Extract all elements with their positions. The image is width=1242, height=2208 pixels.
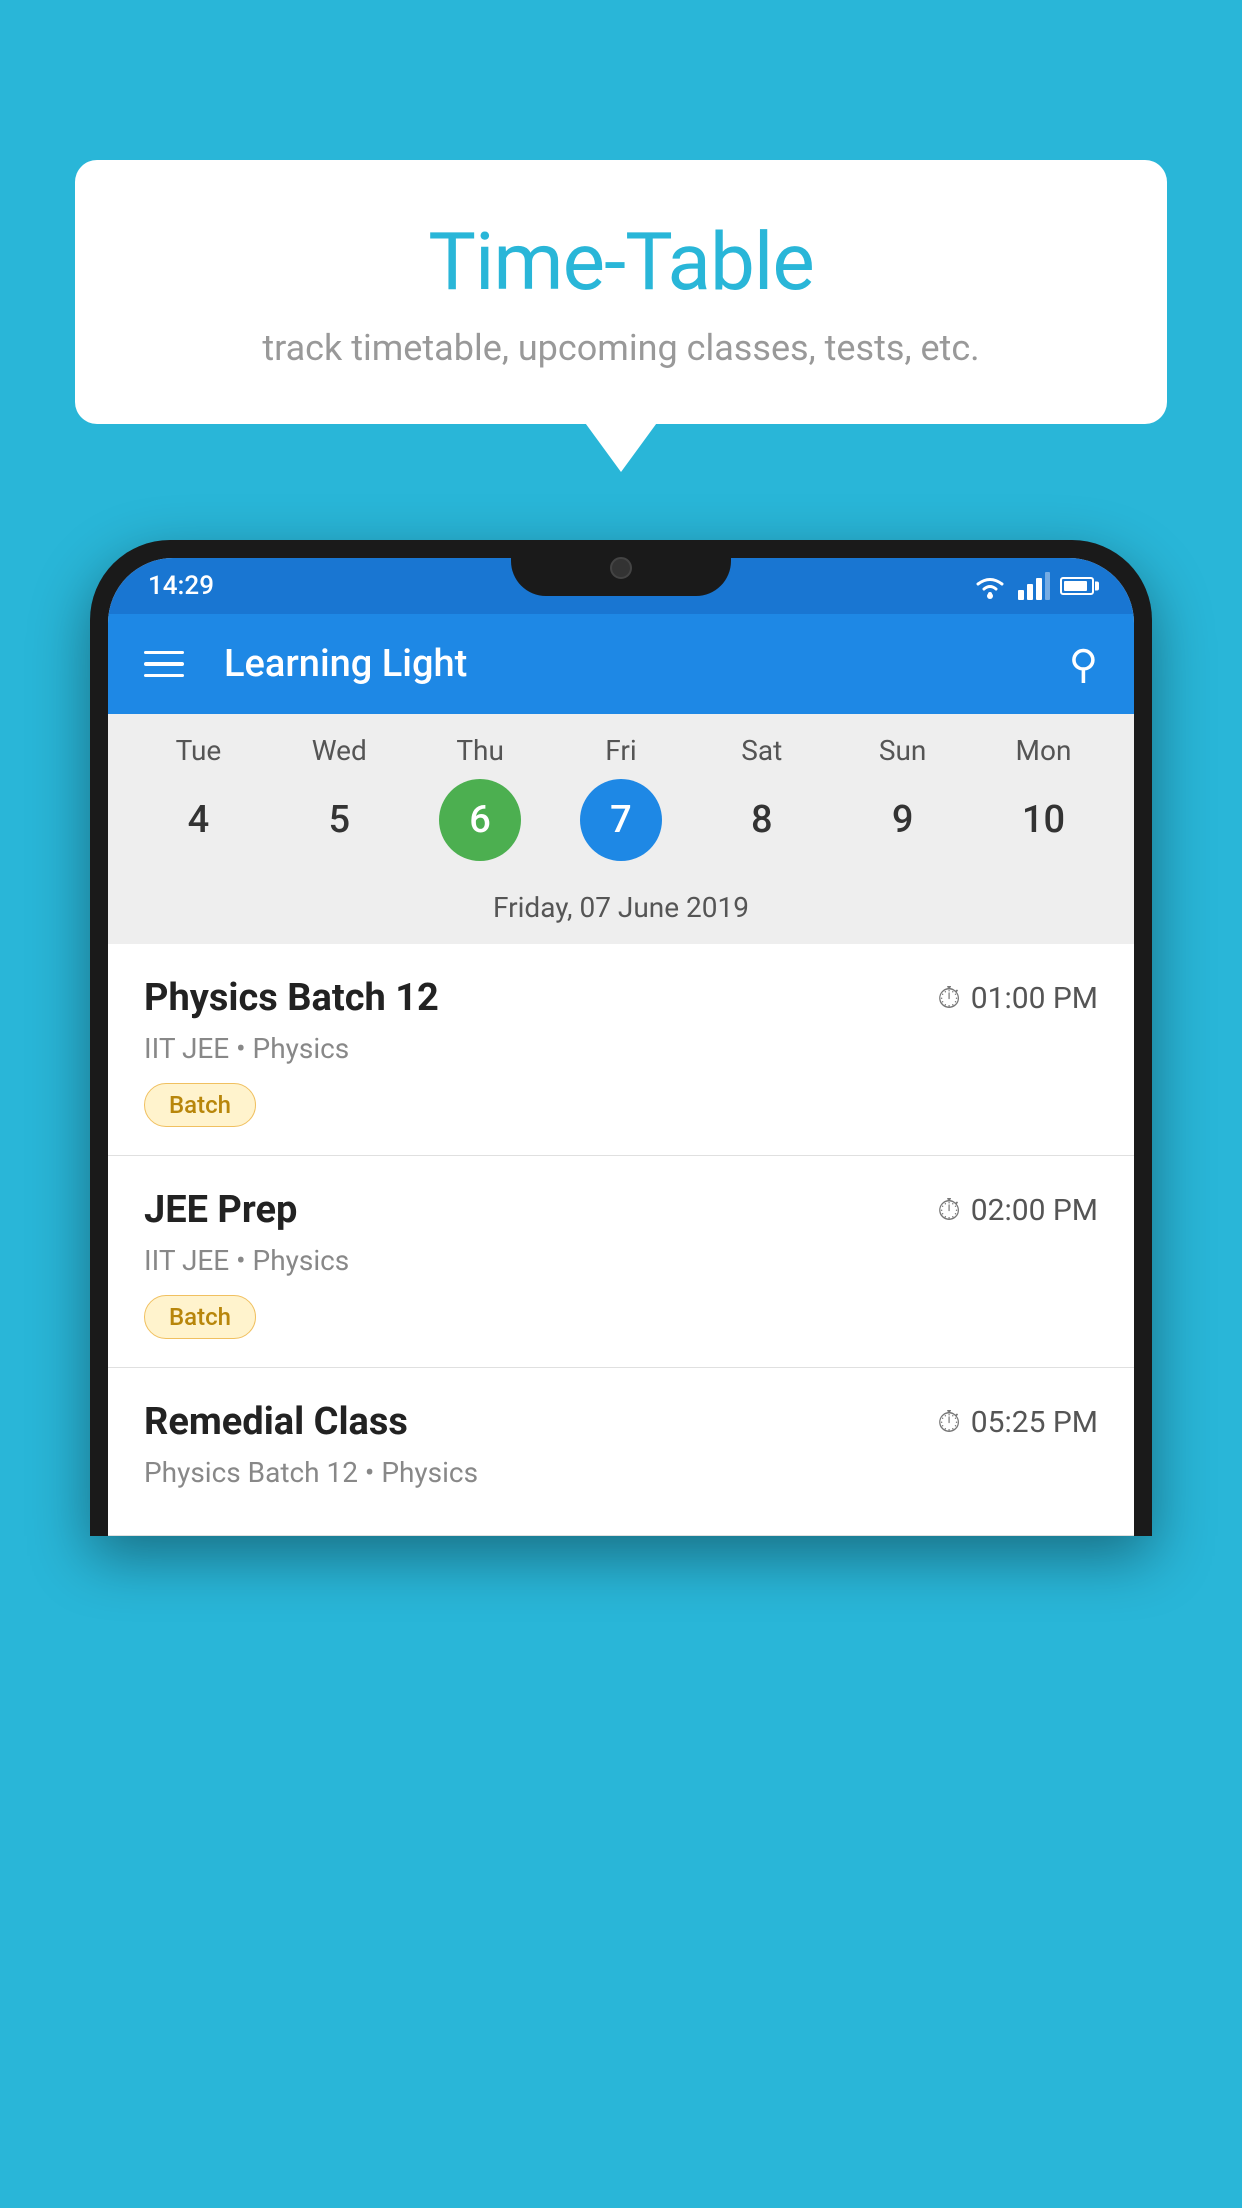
day-fri: Fri [561,734,681,767]
phone-notch [511,540,731,596]
item-2-time-text: 02:00 PM [971,1193,1098,1228]
day-sat: Sat [702,734,822,767]
item-2-meta: IIT JEE • Physics [144,1244,1098,1277]
clock-icon-1: ⏱ [937,981,960,1016]
wifi-icon [972,572,1008,600]
schedule-list: Physics Batch 12 ⏱ 01:00 PM IIT JEE • Ph… [108,944,1134,1536]
day-thu: Thu [420,734,540,767]
item-3-title: Remedial Class [144,1400,408,1444]
status-time: 14:29 [148,571,214,601]
day-numbers: 4 5 6 7 8 9 10 [108,779,1134,881]
date-4[interactable]: 4 [157,779,239,861]
day-tue: Tue [138,734,258,767]
battery-icon [1060,577,1094,595]
bubble-title: Time-Table [135,215,1107,309]
schedule-item-1[interactable]: Physics Batch 12 ⏱ 01:00 PM IIT JEE • Ph… [108,944,1134,1156]
date-6-today[interactable]: 6 [439,779,521,861]
item-1-badge: Batch [144,1083,256,1127]
day-headers: Tue Wed Thu Fri Sat Sun Mon [108,734,1134,779]
date-9[interactable]: 9 [862,779,944,861]
date-7-selected[interactable]: 7 [580,779,662,861]
clock-icon-3: ⏱ [937,1405,960,1440]
date-8[interactable]: 8 [721,779,803,861]
day-mon: Mon [983,734,1103,767]
item-3-time: ⏱ 05:25 PM [937,1405,1098,1440]
calendar-strip: Tue Wed Thu Fri Sat Sun Mon 4 5 6 7 8 9 … [108,714,1134,944]
item-2-header: JEE Prep ⏱ 02:00 PM [144,1188,1098,1232]
camera [610,557,632,579]
item-2-badge: Batch [144,1295,256,1339]
hamburger-icon[interactable] [144,651,184,678]
item-1-meta: IIT JEE • Physics [144,1032,1098,1065]
schedule-item-2[interactable]: JEE Prep ⏱ 02:00 PM IIT JEE • Physics Ba… [108,1156,1134,1368]
item-1-time: ⏱ 01:00 PM [937,981,1098,1016]
day-wed: Wed [279,734,399,767]
day-sun: Sun [843,734,963,767]
schedule-item-3[interactable]: Remedial Class ⏱ 05:25 PM Physics Batch … [108,1368,1134,1536]
phone-container: 14:29 [90,540,1152,2208]
date-5[interactable]: 5 [298,779,380,861]
item-2-title: JEE Prep [144,1188,297,1232]
item-3-header: Remedial Class ⏱ 05:25 PM [144,1400,1098,1444]
item-1-title: Physics Batch 12 [144,976,439,1020]
item-2-time: ⏱ 02:00 PM [937,1193,1098,1228]
speech-bubble-container: Time-Table track timetable, upcoming cla… [75,160,1167,424]
item-1-header: Physics Batch 12 ⏱ 01:00 PM [144,976,1098,1020]
status-icons [972,572,1094,600]
phone-screen: 14:29 [108,558,1134,1536]
phone-frame: 14:29 [90,540,1152,1536]
search-icon[interactable]: ⚲ [1069,641,1098,688]
speech-bubble: Time-Table track timetable, upcoming cla… [75,160,1167,424]
bubble-subtitle: track timetable, upcoming classes, tests… [135,327,1107,369]
app-toolbar: Learning Light ⚲ [108,614,1134,714]
item-1-time-text: 01:00 PM [971,981,1098,1016]
item-3-meta: Physics Batch 12 • Physics [144,1456,1098,1489]
selected-date-label: Friday, 07 June 2019 [108,881,1134,944]
item-3-time-text: 05:25 PM [971,1405,1098,1440]
clock-icon-2: ⏱ [937,1193,960,1228]
signal-icon [1018,572,1050,600]
app-title: Learning Light [224,642,1039,686]
date-10[interactable]: 10 [1002,779,1084,861]
